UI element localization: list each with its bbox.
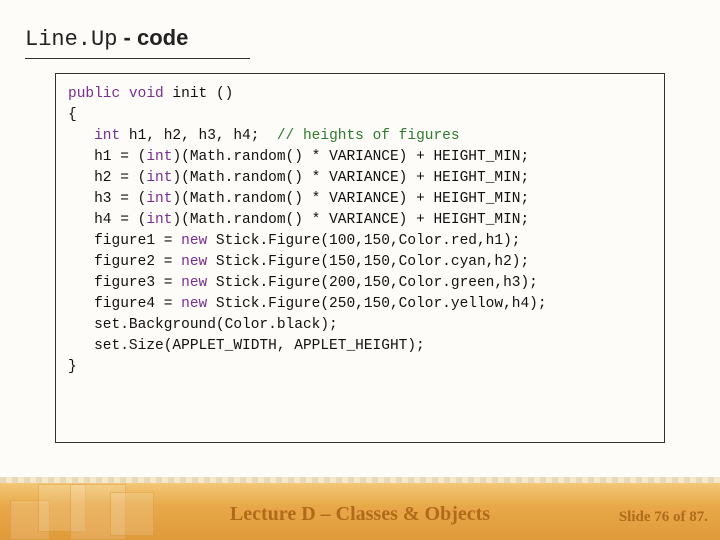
code-line: figure2 = new Stick.Figure(150,150,Color… (68, 252, 652, 273)
title-sep: - (117, 25, 137, 50)
slide-title: Line.Up - code (25, 25, 250, 59)
code-line: figure4 = new Stick.Figure(250,150,Color… (68, 294, 652, 315)
code-line: h3 = (int)(Math.random() * VARIANCE) + H… (68, 189, 652, 210)
code-line: public void init () (68, 84, 652, 105)
code-line: figure1 = new Stick.Figure(100,150,Color… (68, 231, 652, 252)
title-bold: code (137, 25, 188, 50)
slide-number: Slide 76 of 87. (619, 509, 708, 526)
code-line: set.Background(Color.black); (68, 315, 652, 336)
code-line: } (68, 357, 652, 378)
code-line: h2 = (int)(Math.random() * VARIANCE) + H… (68, 168, 652, 189)
code-line: h1 = (int)(Math.random() * VARIANCE) + H… (68, 147, 652, 168)
title-mono: Line.Up (25, 27, 117, 52)
footer-bar: Lecture D – Classes & Objects Slide 76 o… (0, 482, 720, 540)
code-line: figure3 = new Stick.Figure(200,150,Color… (68, 273, 652, 294)
code-box: public void init () { int h1, h2, h3, h4… (55, 73, 665, 443)
code-line: { (68, 105, 652, 126)
code-line: int h1, h2, h3, h4; // heights of figure… (68, 126, 652, 147)
footer-text: Lecture D – Classes & Objects (0, 503, 720, 526)
code-line: set.Size(APPLET_WIDTH, APPLET_HEIGHT); (68, 336, 652, 357)
code-line: h4 = (int)(Math.random() * VARIANCE) + H… (68, 210, 652, 231)
